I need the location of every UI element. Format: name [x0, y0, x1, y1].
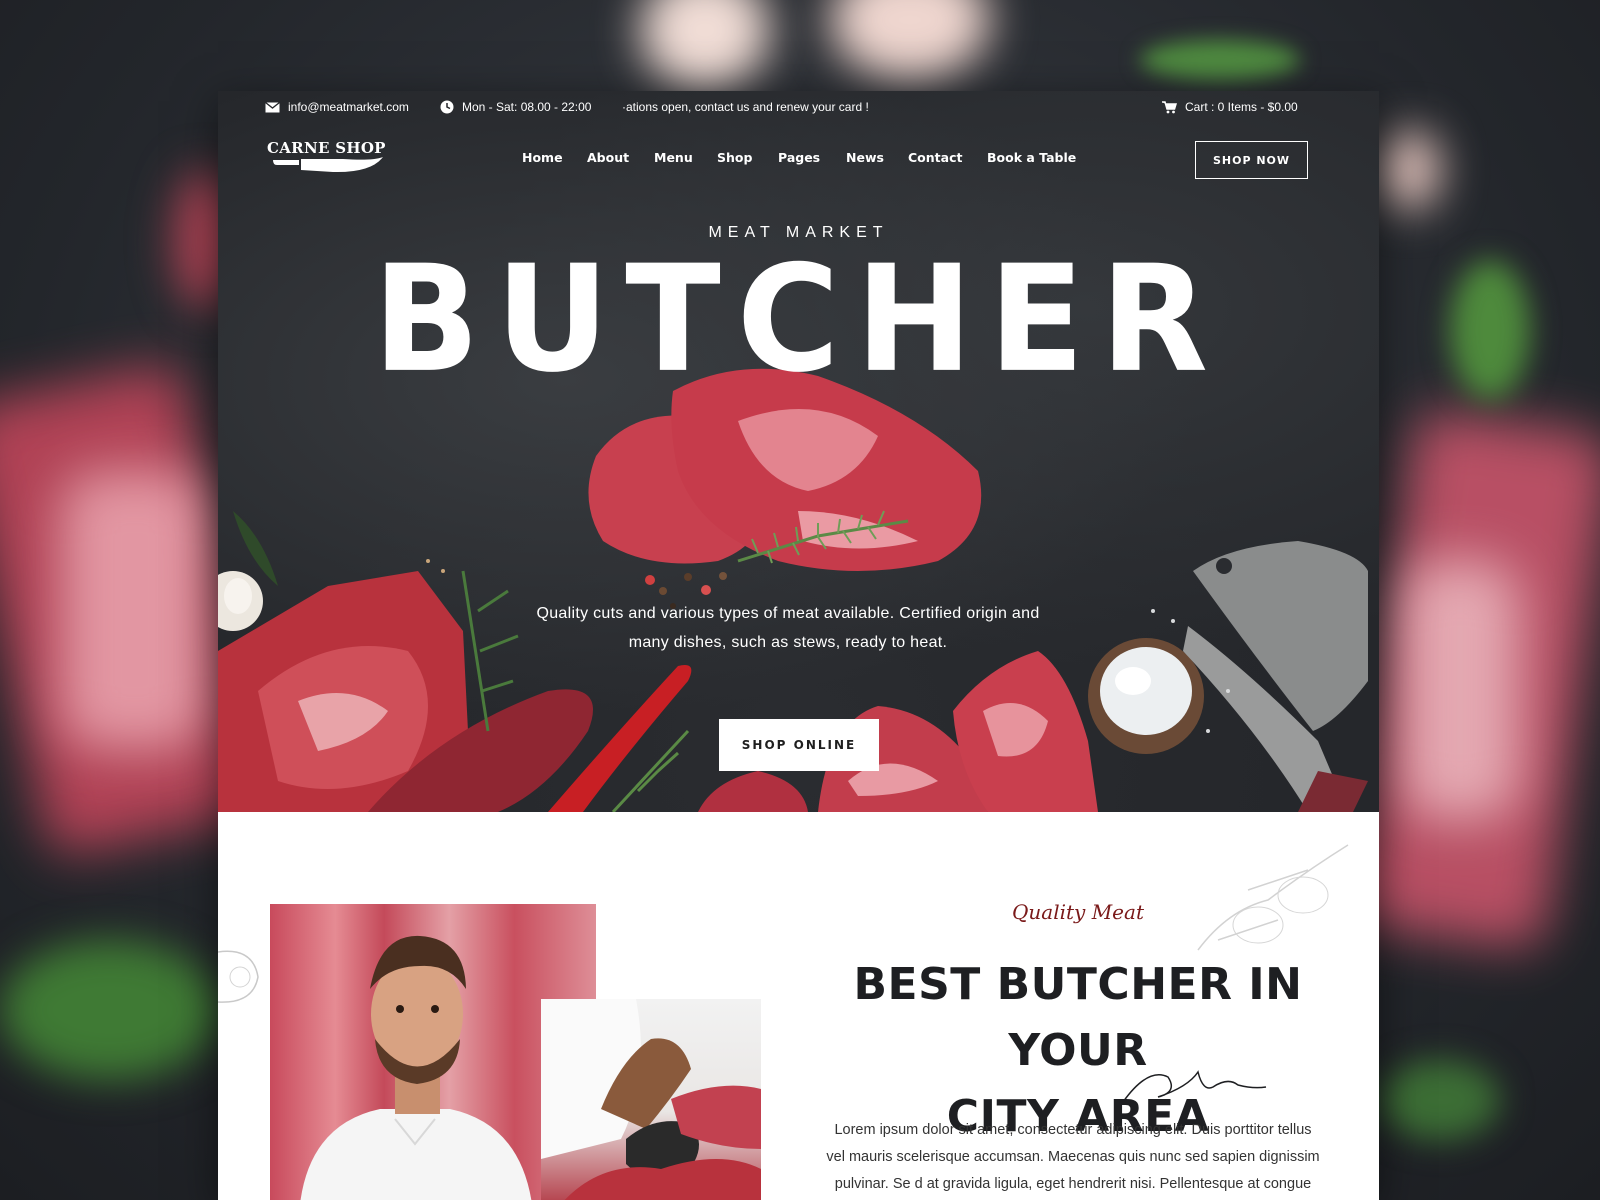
envelope-icon: [265, 101, 280, 113]
email-text: info@meatmarket.com: [288, 100, 409, 114]
topbar-email[interactable]: info@meatmarket.com: [265, 100, 409, 114]
section-body: Lorem ipsum dolor sit amet, consectetur …: [826, 1122, 1320, 1192]
nav-item-about[interactable]: About: [587, 150, 629, 165]
clock-icon: [440, 100, 454, 114]
hours-text: Mon - Sat: 08.00 - 22:00: [462, 100, 592, 114]
announcement-ticker: ·ations open, contact us and renew your …: [622, 100, 892, 114]
nav-item-menu[interactable]: Menu: [654, 150, 693, 165]
hero-food-image: [218, 368, 1368, 812]
ticker-text: ·ations open, contact us and renew your …: [622, 100, 869, 114]
shop-online-button[interactable]: SHOP ONLINE: [719, 719, 879, 771]
nav-item-contact[interactable]: Contact: [908, 150, 962, 165]
hero-description: Quality cuts and various types of meat a…: [536, 605, 1040, 651]
site-logo[interactable]: CARNE SHOP: [267, 139, 387, 175]
meat-cutting-photo: [541, 999, 761, 1200]
topbar-hours: Mon - Sat: 08.00 - 22:00: [440, 100, 591, 114]
cart-icon: [1162, 100, 1177, 114]
cart-summary: Cart : 0 Items - $0.00: [1185, 100, 1298, 114]
logo-text: CARNE SHOP: [267, 139, 386, 157]
nav-item-book-table[interactable]: Book a Table: [987, 150, 1076, 165]
knife-icon: [273, 157, 383, 173]
section-label: Quality Meat: [1012, 900, 1144, 924]
about-section: Quality Meat BEST BUTCHER IN YOUR CITY A…: [218, 812, 1379, 1200]
nav-item-pages[interactable]: Pages: [778, 150, 820, 165]
hero-section: info@meatmarket.com Mon - Sat: 08.00 - 2…: [218, 91, 1379, 812]
hero-headline: BUTCHER: [372, 234, 1225, 406]
signature-image: [1122, 1070, 1267, 1103]
top-info-bar: info@meatmarket.com Mon - Sat: 08.00 - 2…: [218, 91, 1379, 123]
main-header: CARNE SHOP Home About Menu Shop Pages Ne…: [218, 131, 1379, 183]
cart-link[interactable]: Cart : 0 Items - $0.00: [1162, 100, 1298, 114]
shop-now-button[interactable]: SHOP NOW: [1195, 141, 1308, 179]
website-preview: info@meatmarket.com Mon - Sat: 08.00 - 2…: [218, 91, 1379, 1200]
nav-item-news[interactable]: News: [846, 150, 884, 165]
nav-item-home[interactable]: Home: [522, 150, 563, 165]
sketch-decoration: [218, 950, 259, 1003]
nav-item-shop[interactable]: Shop: [717, 150, 752, 165]
